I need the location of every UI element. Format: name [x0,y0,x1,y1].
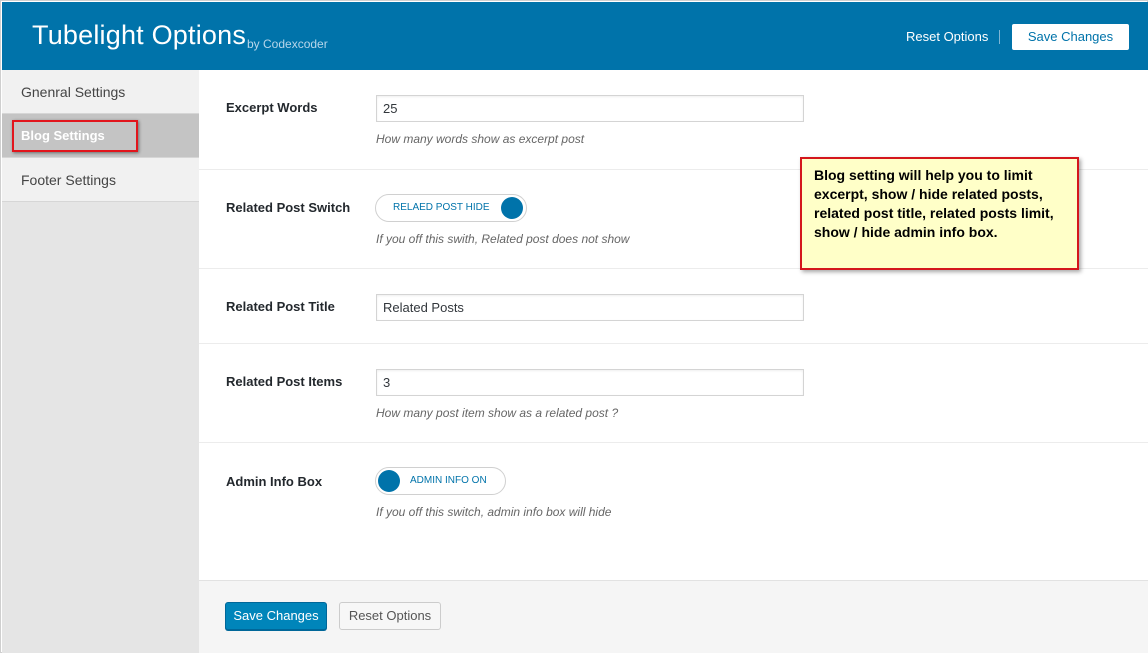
related-post-items-row: Related Post Items 3 How many post item … [199,344,1148,443]
options-page: Tubelight Options by Codexcoder Reset Op… [0,0,1148,653]
sidebar-item-footer-settings[interactable]: Footer Settings [2,158,199,202]
related-post-switch-help: If you off this swith, Related post does… [376,232,630,246]
admin-info-box-help: If you off this switch, admin info box w… [376,505,612,519]
sidebar-item-label: Footer Settings [21,172,116,188]
excerpt-words-label: Excerpt Words [226,100,318,115]
excerpt-words-row: Excerpt Words 25 How many words show as … [199,70,1148,170]
page-title: Tubelight Options [32,20,247,50]
related-post-items-help: How many post item show as a related pos… [376,406,619,420]
header-bar: Tubelight Options by Codexcoder Reset Op… [2,2,1148,70]
related-post-toggle-text: RELAED POST HIDE [393,202,490,213]
excerpt-words-help: How many words show as excerpt post [376,132,585,146]
excerpt-words-input[interactable]: 25 [376,95,804,122]
header-save-changes-button[interactable]: Save Changes [1012,24,1129,50]
header-reset-options-link[interactable]: Reset Options [906,29,988,44]
save-changes-button[interactable]: Save Changes [225,602,327,630]
sidebar-item-label: Gnenral Settings [21,84,126,100]
related-post-switch-label: Related Post Switch [226,200,351,215]
related-post-toggle[interactable]: RELAED POST HIDE [375,194,527,222]
sidebar-item-blog-settings[interactable]: Blog Settings [2,114,199,158]
reset-options-button[interactable]: Reset Options [339,602,441,630]
toggle-knob [378,470,400,492]
admin-info-box-label: Admin Info Box [226,474,323,489]
toggle-knob [501,197,523,219]
annotation-callout: Blog setting will help you to limit exce… [800,157,1079,270]
related-post-title-label: Related Post Title [226,299,335,314]
sidebar-item-label: Blog Settings [21,128,105,143]
related-post-items-label: Related Post Items [226,374,343,389]
settings-sidebar: Gnenral Settings Blog Settings Footer Se… [2,70,199,653]
admin-info-toggle[interactable]: ADMIN INFO ON [375,467,506,495]
byline: by Codexcoder [247,37,328,51]
related-post-title-row: Related Post Title Related Posts [199,269,1148,344]
admin-info-toggle-text: ADMIN INFO ON [410,475,487,486]
related-post-items-input[interactable]: 3 [376,369,804,396]
related-post-title-input[interactable]: Related Posts [376,294,804,321]
footer-actions: Save Changes Reset Options [199,580,1148,653]
settings-content: Excerpt Words 25 How many words show as … [199,70,1148,580]
admin-info-box-row: Admin Info Box ADMIN INFO ON If you off … [199,443,1148,580]
sidebar-item-general-settings[interactable]: Gnenral Settings [2,70,199,114]
header-divider [999,30,1000,44]
